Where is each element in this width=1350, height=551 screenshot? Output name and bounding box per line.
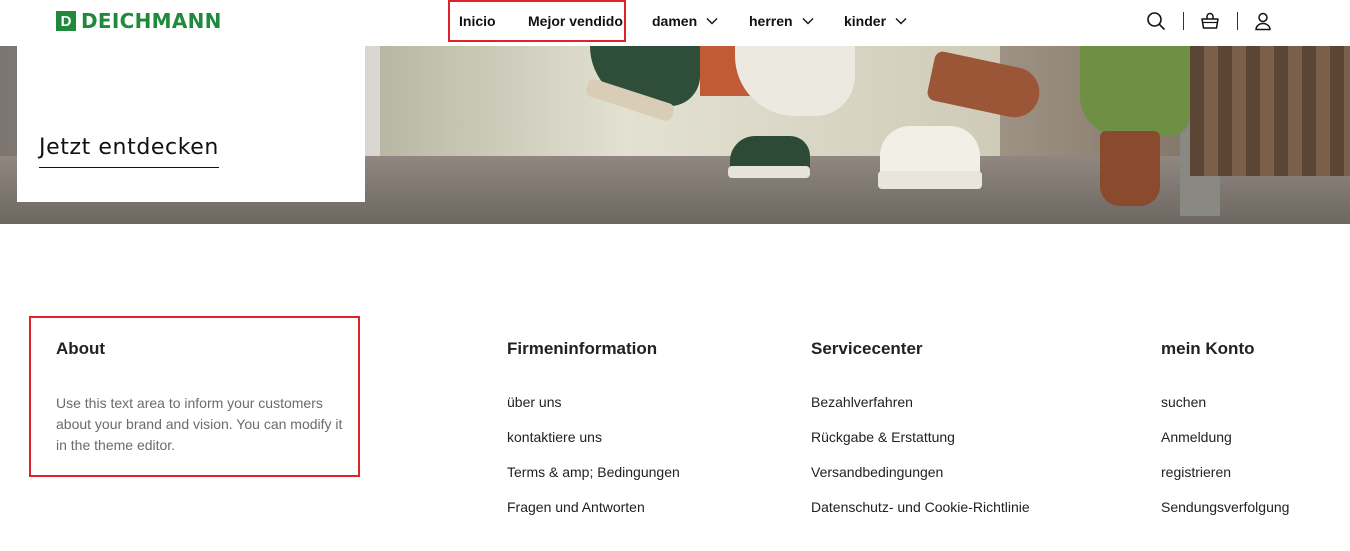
cart-icon[interactable] xyxy=(1200,11,1220,31)
discover-now-link[interactable]: Jetzt entdecken xyxy=(39,135,219,168)
footer-col-title-mein-konto: mein Konto xyxy=(1161,339,1255,358)
hero-card: Jetzt entdecken xyxy=(17,46,365,202)
search-icon[interactable] xyxy=(1146,11,1166,31)
footer-link-sendungsverfolgung[interactable]: Sendungsverfolgung xyxy=(1161,499,1289,515)
footer-link-datenschutz[interactable]: Datenschutz- und Cookie-Richtlinie xyxy=(811,499,1030,515)
chevron-down-icon xyxy=(706,18,718,25)
footer-link-ueber-uns[interactable]: über uns xyxy=(507,394,561,410)
logo-text: DEICHMANN xyxy=(81,9,222,33)
account-icon[interactable] xyxy=(1253,11,1273,31)
hero-bench xyxy=(1190,46,1350,176)
nav-label: Mejor vendido xyxy=(528,13,623,29)
site-header: D DEICHMANN Inicio Mejor vendido damen h… xyxy=(0,0,1350,46)
chevron-down-icon xyxy=(895,18,907,25)
nav-label: Inicio xyxy=(459,13,496,29)
hero-figure xyxy=(878,171,982,189)
footer-link-kontaktiere-uns[interactable]: kontaktiere uns xyxy=(507,429,602,445)
header-divider xyxy=(1237,12,1238,30)
hero-figure xyxy=(880,126,980,176)
nav-item-herren[interactable]: herren xyxy=(749,13,814,29)
nav-item-damen[interactable]: damen xyxy=(652,13,718,29)
footer-col-title-firmeninformation: Firmeninformation xyxy=(507,339,658,358)
footer-link-anmeldung[interactable]: Anmeldung xyxy=(1161,429,1232,445)
nav-label: damen xyxy=(652,13,698,29)
about-title: About xyxy=(56,339,106,358)
chevron-down-icon xyxy=(802,18,814,25)
header-divider xyxy=(1183,12,1184,30)
nav-item-mejor-vendido[interactable]: Mejor vendido xyxy=(528,13,623,29)
footer-link-suchen[interactable]: suchen xyxy=(1161,394,1206,410)
hero-banner[interactable]: Jetzt entdecken xyxy=(0,46,1350,224)
footer-link-rueckgabe[interactable]: Rückgabe & Erstattung xyxy=(811,429,955,445)
footer-link-registrieren[interactable]: registrieren xyxy=(1161,464,1231,480)
nav-item-inicio[interactable]: Inicio xyxy=(459,13,496,29)
logo-mark: D xyxy=(56,11,76,31)
nav-item-kinder[interactable]: kinder xyxy=(844,13,907,29)
footer-link-versandbedingungen[interactable]: Versandbedingungen xyxy=(811,464,943,480)
nav-label: kinder xyxy=(844,13,887,29)
footer-link-bezahlverfahren[interactable]: Bezahlverfahren xyxy=(811,394,913,410)
about-text: Use this text area to inform your custom… xyxy=(56,395,343,453)
deichmann-logo[interactable]: D DEICHMANN xyxy=(56,9,222,33)
footer-link-faq[interactable]: Fragen und Antworten xyxy=(507,499,645,515)
footer-link-terms[interactable]: Terms & amp; Bedingungen xyxy=(507,464,680,480)
hero-figure xyxy=(1080,46,1190,136)
hero-figure xyxy=(1100,131,1160,206)
footer-col-title-servicecenter: Servicecenter xyxy=(811,339,923,358)
nav-label: herren xyxy=(749,13,793,29)
hero-figure xyxy=(728,166,810,178)
